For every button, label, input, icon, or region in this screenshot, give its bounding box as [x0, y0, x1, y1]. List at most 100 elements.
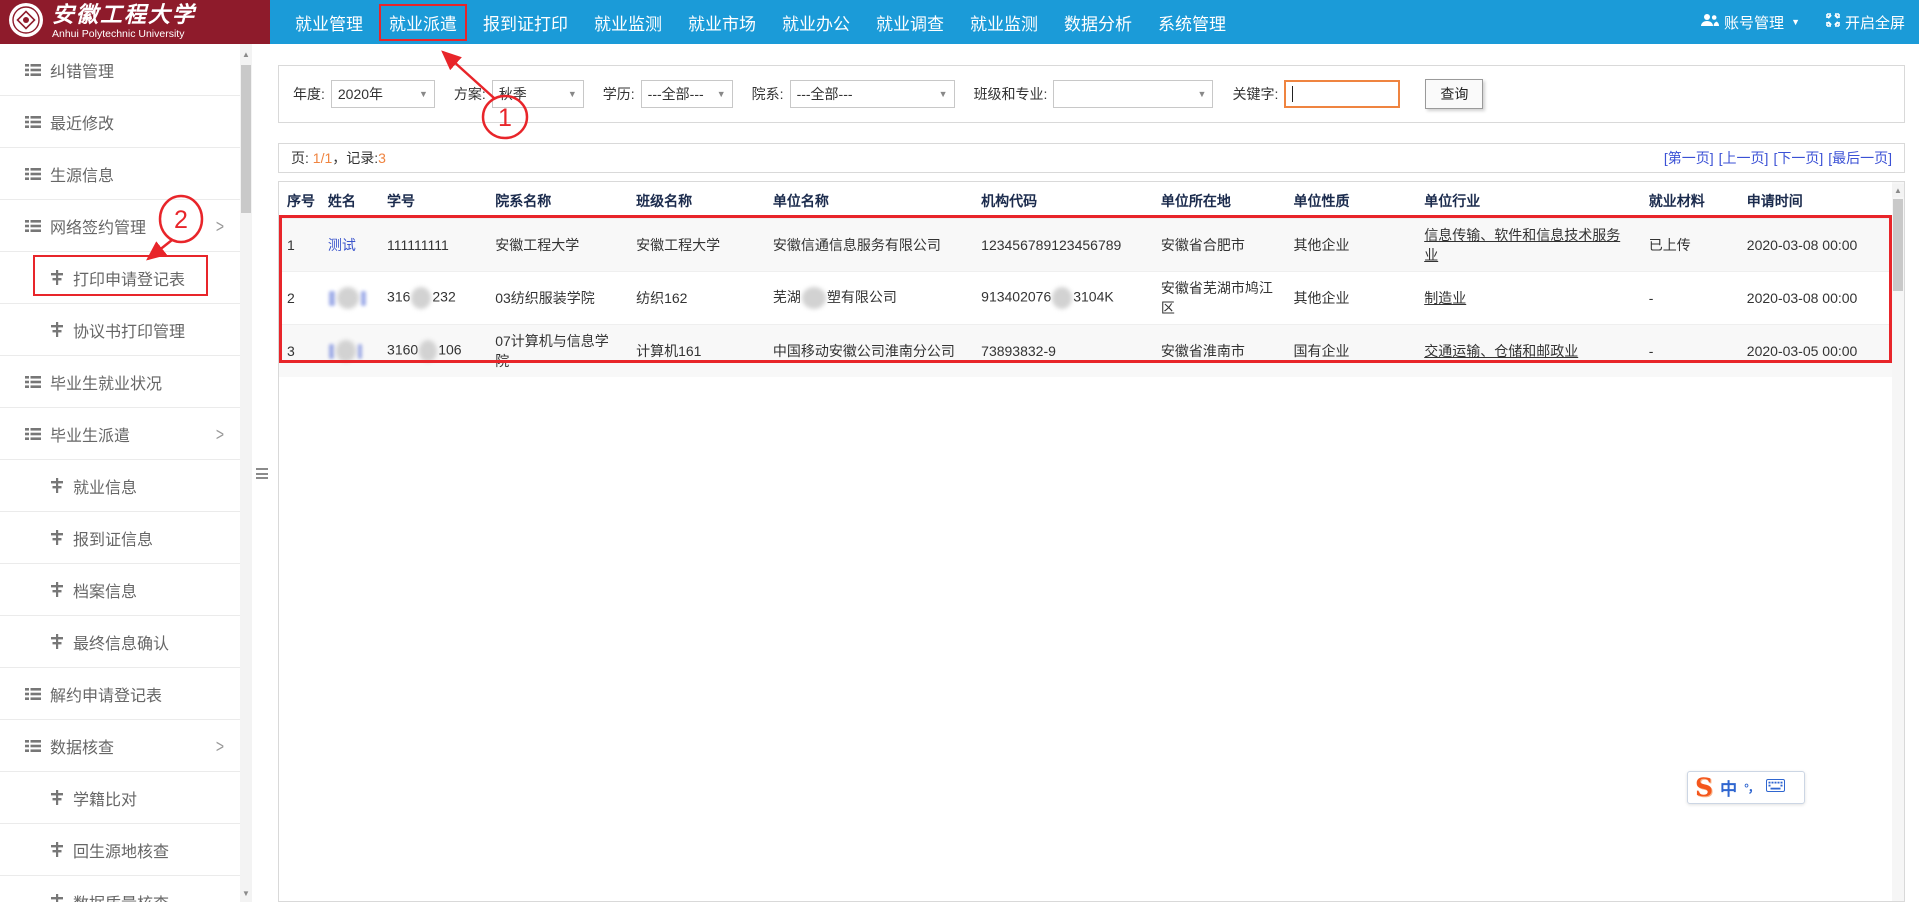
sidebar-item-11[interactable]: 档案信息	[0, 564, 240, 616]
cell-department: 07计算机与信息学院	[487, 325, 628, 378]
column-header-employer-type: 单位性质	[1286, 182, 1417, 219]
redacted-blob	[336, 340, 356, 362]
cell-text: -	[1649, 343, 1654, 359]
redacted-blob	[802, 287, 826, 309]
cell-text: 316	[387, 289, 410, 305]
class-major-select[interactable]: ▼	[1053, 80, 1213, 108]
department-select[interactable]: ---全部---▼	[790, 80, 955, 108]
sidebar-item-label: 纠错管理	[50, 58, 114, 82]
redacted-blob	[337, 287, 359, 309]
ime-keyboard-icon[interactable]	[1766, 779, 1785, 797]
nav-item-6[interactable]: 就业办公	[769, 6, 863, 39]
plan-value: 秋季	[499, 84, 527, 104]
nav-item-2[interactable]: 就业派遣	[379, 4, 467, 41]
column-header-index: 序号	[279, 182, 320, 219]
scroll-up-icon[interactable]: ▲	[1892, 184, 1904, 197]
sidebar-item-10[interactable]: 报到证信息	[0, 512, 240, 564]
sidebar-item-1[interactable]: 纠错管理	[0, 44, 240, 96]
nav-item-7[interactable]: 就业调查	[863, 6, 957, 39]
ime-chinese-mode[interactable]: 中	[1720, 775, 1737, 800]
keyword-input[interactable]	[1284, 80, 1400, 108]
page-info: 页: 1/1，记录:3	[291, 148, 386, 168]
column-header-student-id: 学号	[379, 182, 487, 219]
university-name: 安徽工程大学	[52, 4, 196, 27]
sidebar-item-2[interactable]: 最近修改	[0, 96, 240, 148]
sidebar-item-label: 报到证信息	[73, 526, 153, 550]
cell-text: 2020-03-08 00:00	[1747, 237, 1858, 253]
scroll-down-icon[interactable]: ▼	[240, 887, 252, 900]
nav-item-10[interactable]: 系统管理	[1145, 6, 1239, 39]
ime-punctuation-mode[interactable]: °，	[1744, 779, 1759, 796]
sidebar-item-8[interactable]: 毕业生派遣>	[0, 408, 240, 460]
plan-select[interactable]: 秋季▼	[492, 80, 584, 108]
sidebar-item-7[interactable]: 毕业生就业状况	[0, 356, 240, 408]
column-header-class: 班级名称	[628, 182, 765, 219]
chevron-right-icon: >	[216, 215, 224, 236]
sidebar-item-6[interactable]: 协议书打印管理	[0, 304, 240, 356]
cell-text: 其他企业	[1294, 237, 1350, 253]
sidebar-item-4[interactable]: 网络签约管理>	[0, 200, 240, 252]
sidebar-item-5[interactable]: 打印申请登记表	[0, 252, 240, 304]
year-select[interactable]: 2020年▼	[331, 80, 435, 108]
page-first-link[interactable]: [第一页]	[1664, 148, 1714, 168]
nav-item-8[interactable]: 就业监测	[957, 6, 1051, 39]
cell-text: 03纺织服装学院	[495, 290, 595, 306]
nav-item-9[interactable]: 数据分析	[1051, 6, 1145, 39]
page-last-link[interactable]: [最后一页]	[1828, 148, 1892, 168]
sogou-ime-bar[interactable]: S 中 °，	[1687, 771, 1805, 804]
signpost-icon	[50, 842, 64, 857]
sidebar-item-9[interactable]: 就业信息	[0, 460, 240, 512]
sidebar-item-14[interactable]: 数据核查>	[0, 720, 240, 772]
degree-select[interactable]: ---全部---▼	[641, 80, 733, 108]
sidebar-item-13[interactable]: 解约申请登记表	[0, 668, 240, 720]
nav-item-3[interactable]: 报到证打印	[470, 6, 581, 39]
account-menu[interactable]: 账号管理 ▼	[1701, 12, 1800, 33]
nav-item-5[interactable]: 就业市场	[675, 6, 769, 39]
search-button[interactable]: 查询	[1425, 79, 1483, 109]
plan-label: 方案:	[454, 84, 486, 104]
table-scrollbar-thumb[interactable]	[1893, 199, 1903, 291]
sidebar-item-label: 最近修改	[50, 110, 114, 134]
page-next-link[interactable]: [下一页]	[1773, 148, 1823, 168]
cell-text: 913402076	[981, 289, 1051, 305]
student-name-link[interactable]: 测试	[328, 237, 356, 253]
sidebar-scrollbar-thumb[interactable]	[241, 65, 251, 213]
nav-item-4[interactable]: 就业监测	[581, 6, 675, 39]
sidebar-item-15[interactable]: 学籍比对	[0, 772, 240, 824]
scroll-up-icon[interactable]: ▲	[240, 48, 252, 61]
cell-department: 安徽工程大学	[487, 219, 628, 272]
sidebar-scrollbar[interactable]: ▲ ▼	[240, 44, 252, 902]
cell-text: 安徽工程大学	[495, 237, 579, 253]
sidebar-item-label: 回生源地核查	[73, 838, 169, 862]
nav-item-1[interactable]: 就业管理	[282, 6, 376, 39]
column-header-employer: 单位名称	[765, 182, 973, 219]
results-table-panel: 序号姓名学号院系名称班级名称单位名称机构代码单位所在地单位性质单位行业就业材料申…	[278, 181, 1905, 902]
sidebar-item-label: 打印申请登记表	[73, 266, 185, 290]
cell-text: 1	[287, 237, 295, 253]
redacted-fragment	[329, 344, 334, 359]
cell-materials: 已上传	[1641, 219, 1739, 272]
cell-text: 3104K	[1073, 289, 1113, 305]
list-icon	[25, 115, 41, 129]
cell-industry: 交通运输、仓储和邮政业	[1416, 325, 1641, 378]
filter-groups-container: 年度:2020年▼方案:秋季▼学历:---全部---▼院系:---全部---▼班…	[293, 80, 1419, 108]
panel-splitter[interactable]	[252, 44, 272, 902]
fullscreen-button[interactable]: 开启全屏	[1826, 12, 1905, 33]
filter-group-degree: 学历:---全部---▼	[603, 80, 733, 108]
sidebar-item-label: 就业信息	[73, 474, 137, 498]
list-icon	[25, 219, 41, 233]
sidebar-item-12[interactable]: 最终信息确认	[0, 616, 240, 668]
signpost-icon	[50, 894, 64, 902]
signpost-icon	[50, 530, 64, 545]
cell-text: 纺织162	[636, 290, 687, 306]
fullscreen-icon	[1826, 13, 1840, 31]
chevron-right-icon: >	[216, 735, 224, 756]
table-scrollbar[interactable]: ▲	[1892, 182, 1904, 901]
splitter-grip-icon[interactable]	[256, 468, 268, 479]
sidebar-item-3[interactable]: 生源信息	[0, 148, 240, 200]
sidebar-item-16[interactable]: 回生源地核查	[0, 824, 240, 876]
sidebar-item-17[interactable]: 数据质量核查	[0, 876, 240, 902]
page-prev-link[interactable]: [上一页]	[1719, 148, 1769, 168]
signpost-icon	[50, 790, 64, 805]
cell-index: 3	[279, 325, 320, 378]
